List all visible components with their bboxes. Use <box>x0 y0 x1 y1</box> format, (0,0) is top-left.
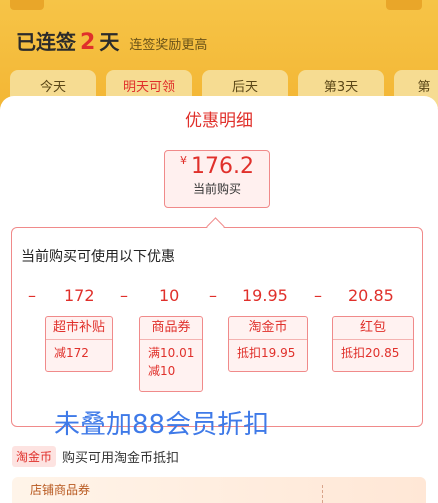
discount-amount-2: 10 <box>159 286 180 305</box>
streak-days: 2 <box>80 30 96 55</box>
back-button[interactable] <box>10 0 44 10</box>
tag-value: 减172 <box>54 346 89 360</box>
streak-suffix: 天 <box>99 30 120 54</box>
tag-value-line: 减10 <box>148 364 176 378</box>
streak-prefix: 已连签 <box>16 30 76 54</box>
tag-value: 抵扣19.95 <box>237 346 296 360</box>
minus-sign: – <box>314 286 322 305</box>
current-price-label: 当前购买 <box>192 182 241 196</box>
discount-amount-1: 172 <box>64 286 95 305</box>
tag-name: 商品券 <box>140 317 202 340</box>
watermark-text: 未叠加88会员折扣 <box>54 410 270 440</box>
taojinbi-badge: 淘金币 <box>12 446 57 467</box>
tag-value: 满10.01 减10 <box>140 340 202 380</box>
store-coupon-bar[interactable]: 店铺商品券 <box>12 477 426 503</box>
tag-value: 抵扣20.85 <box>341 346 400 360</box>
discount-tag-coupon: 商品券 满10.01 减10 <box>139 316 203 392</box>
tag-name: 红包 <box>333 317 413 340</box>
discount-amount-3: 19.95 <box>242 286 288 305</box>
streak-banner: 已连签 2 天 连签奖励更高 <box>16 26 207 55</box>
current-price-box: ¥176.2 当前购买 <box>164 150 270 208</box>
taojinbi-text: 购买可用淘金币抵扣 <box>62 451 180 466</box>
tag-value-line: 满10.01 <box>148 346 195 360</box>
discount-tag-supermarket: 超市补贴 减172 <box>45 316 113 372</box>
tag-name: 超市补贴 <box>46 317 112 340</box>
discount-detail-box: 当前购买可使用以下优惠 – 172 – 10 – 19.95 – 20.85 超… <box>11 227 423 427</box>
discount-tag-redpacket: 红包 抵扣20.85 <box>332 316 414 372</box>
close-button[interactable] <box>386 0 422 10</box>
sheet-title: 优惠明细 <box>185 111 253 131</box>
store-coupon-label: 店铺商品券 <box>30 483 91 497</box>
price-value: 176.2 <box>191 154 254 179</box>
taojinbi-row: 淘金币 购买可用淘金币抵扣 <box>12 446 179 467</box>
currency-symbol: ¥ <box>180 154 187 167</box>
discount-amount-row: – 172 – 10 – 19.95 – 20.85 <box>12 286 422 310</box>
coupon-divider <box>322 485 323 503</box>
minus-sign: – <box>120 286 128 305</box>
minus-sign: – <box>209 286 217 305</box>
discount-tag-taojinbi: 淘金币 抵扣19.95 <box>228 316 308 372</box>
discount-detail-sheet: 优惠明细 ¥176.2 当前购买 当前购买可使用以下优惠 – 172 – 10 … <box>0 96 438 503</box>
minus-sign: – <box>28 286 36 305</box>
detail-heading: 当前购买可使用以下优惠 <box>21 249 175 265</box>
discount-amount-4: 20.85 <box>348 286 394 305</box>
current-price: ¥176.2 <box>165 154 269 179</box>
streak-hint: 连签奖励更高 <box>129 38 208 53</box>
tag-name: 淘金币 <box>229 317 307 340</box>
